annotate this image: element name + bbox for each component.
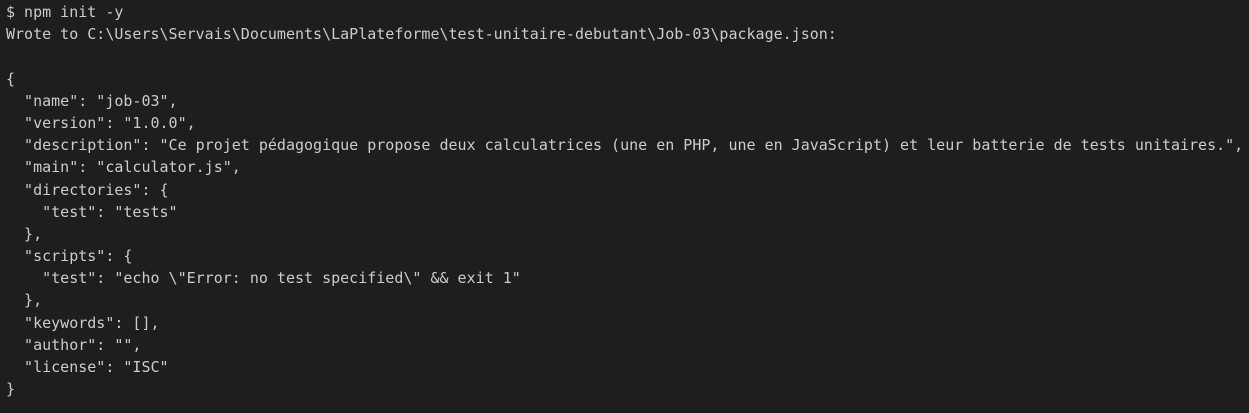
json-directories-close: }, xyxy=(6,224,43,243)
json-description-line: "description": "Ce projet pédagogique pr… xyxy=(6,136,1244,155)
json-version-line: "version": "1.0.0", xyxy=(6,113,196,132)
output-wrote-to-line: Wrote to C:\Users\Servais\Documents\LaPl… xyxy=(6,25,837,44)
json-main-line: "main": "calculator.js", xyxy=(6,158,241,177)
json-scripts-test: "test": "echo \"Error: no test specified… xyxy=(6,269,521,288)
json-close-brace: } xyxy=(6,380,16,399)
json-author-line: "author": "", xyxy=(6,335,142,354)
prompt-command-line: $ npm init -y xyxy=(6,3,124,21)
json-keywords-line: "keywords": [], xyxy=(6,313,160,332)
json-license-line: "license": "ISC" xyxy=(6,358,169,376)
json-scripts-open: "scripts": { xyxy=(6,247,133,266)
json-directories-open: "directories": { xyxy=(6,180,169,199)
json-open-brace: { xyxy=(6,69,16,88)
json-scripts-close: }, xyxy=(6,291,43,310)
terminal-output[interactable]: $ npm init -y Wrote to C:\Users\Servais\… xyxy=(0,0,1249,413)
json-name-line: "name": "job-03", xyxy=(6,91,178,110)
json-directories-test: "test": "tests" xyxy=(6,202,178,221)
